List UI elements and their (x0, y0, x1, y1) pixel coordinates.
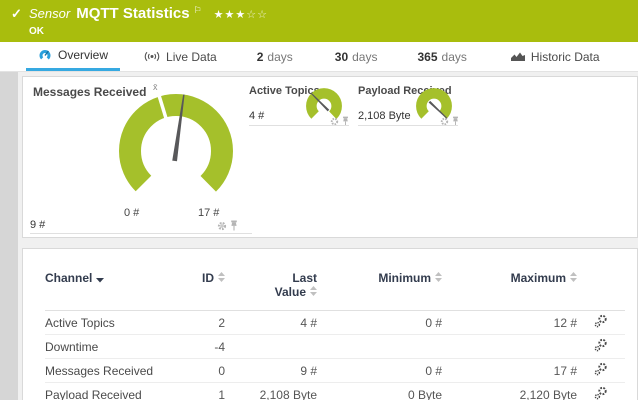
pin-icon[interactable] (230, 220, 238, 231)
messages-received-value: 9 # (30, 219, 45, 231)
tab-bar: Overview Live Data 2days 30days 365days … (0, 42, 638, 72)
sort-icon (435, 272, 442, 286)
channel-minimum: 0 Byte (317, 383, 442, 400)
left-gutter (0, 72, 18, 400)
gauges-panel: Messages Received x̄ 0 # 17 # 9 # Active… (22, 76, 638, 238)
channel-minimum: 0 # (317, 359, 442, 383)
channel-last-value: 4 # (225, 311, 317, 335)
star-rating[interactable]: ★★★☆☆ (214, 8, 268, 21)
average-marker-label: x̄ (153, 82, 158, 92)
channel-last-value (225, 335, 317, 359)
channel-minimum: 0 # (317, 311, 442, 335)
channel-settings-icon[interactable] (594, 338, 608, 352)
gauge-icon (38, 49, 52, 61)
channel-id: -4 (185, 335, 225, 359)
sensor-header: ✓ Sensor MQTT Statistics ⚐ ★★★☆☆ OK (0, 0, 638, 42)
cell-divider (30, 233, 252, 234)
channel-table-panel: Channel ID LastValue Minimum Maximum Act… (22, 248, 638, 400)
cell-divider (358, 125, 458, 126)
stars-empty[interactable]: ☆☆ (246, 9, 268, 21)
gear-icon[interactable] (217, 221, 227, 231)
channel-maximum: 2,120 Byte (442, 383, 577, 400)
payload-received-value: 2,108 Byte (358, 110, 411, 122)
tab-2-days-label: days (267, 50, 292, 64)
broadcast-icon (144, 51, 160, 62)
tab-365-days-label: days (442, 50, 467, 64)
caret-down-icon (96, 272, 104, 286)
tab-30-days-number: 30 (335, 50, 348, 64)
channel-last-value: 9 # (225, 359, 317, 383)
tab-overview[interactable]: Overview (26, 42, 120, 71)
object-type-label: Sensor (29, 6, 70, 21)
tab-365-days-number: 365 (417, 50, 437, 64)
column-header-minimum[interactable]: Minimum (317, 263, 442, 311)
tab-log[interactable]: Log (634, 42, 638, 71)
channel-minimum (317, 335, 442, 359)
tab-historic-data-label: Historic Data (531, 50, 600, 64)
channel-id: 1 (185, 383, 225, 400)
channel-settings-icon[interactable] (594, 362, 608, 376)
channel-settings-icon[interactable] (594, 386, 608, 400)
gauge-max-label: 17 # (198, 207, 219, 219)
channel-maximum: 17 # (442, 359, 577, 383)
tab-live-data[interactable]: Live Data (132, 42, 229, 71)
channel-name[interactable]: Downtime (45, 335, 185, 359)
active-topics-value: 4 # (249, 110, 264, 122)
channel-name[interactable]: Active Topics (45, 311, 185, 335)
column-header-id[interactable]: ID (185, 263, 225, 311)
table-row: Payload Received 1 2,108 Byte 0 Byte 2,1… (45, 383, 625, 400)
tab-365-days[interactable]: 365 days (405, 42, 478, 71)
status-badge: OK (29, 26, 44, 37)
channel-maximum: 12 # (442, 311, 577, 335)
channel-maximum (442, 335, 577, 359)
gauge-widget-actions (217, 220, 238, 231)
channel-id: 0 (185, 359, 225, 383)
stars-filled[interactable]: ★★★ (214, 9, 247, 21)
sort-icon (570, 272, 577, 286)
column-header-last-value[interactable]: LastValue (225, 263, 317, 311)
tab-live-data-label: Live Data (166, 50, 217, 64)
column-header-maximum[interactable]: Maximum (442, 263, 577, 311)
gauge-min-label: 0 # (124, 207, 139, 219)
table-row: Messages Received 0 9 # 0 # 17 # (45, 359, 625, 383)
channel-settings-icon[interactable] (594, 314, 608, 328)
tab-2-days-number: 2 (257, 50, 264, 64)
channel-table: Channel ID LastValue Minimum Maximum Act… (45, 263, 625, 400)
cell-divider (249, 125, 349, 126)
tab-overview-label: Overview (58, 48, 108, 62)
tab-30-days-label: days (352, 50, 377, 64)
channel-name[interactable]: Payload Received (45, 383, 185, 400)
sort-icon (310, 286, 317, 300)
tab-2-days[interactable]: 2days (245, 42, 305, 71)
channel-last-value: 2,108 Byte (225, 383, 317, 400)
table-row: Active Topics 2 4 # 0 # 12 # (45, 311, 625, 335)
messages-received-gauge (116, 90, 236, 212)
tab-30-days[interactable]: 30 days (323, 42, 390, 71)
table-row: Downtime -4 (45, 335, 625, 359)
channel-name[interactable]: Messages Received (45, 359, 185, 383)
sort-icon (218, 272, 225, 286)
column-header-actions (577, 263, 625, 311)
priority-flag-icon[interactable]: ⚐ (194, 5, 202, 16)
histogram-icon (511, 51, 525, 62)
status-ok-check-icon: ✓ (11, 6, 22, 22)
tab-historic-data[interactable]: Historic Data (499, 42, 612, 71)
column-header-channel[interactable]: Channel (45, 263, 185, 311)
page-title: MQTT Statistics (76, 5, 189, 22)
channel-id: 2 (185, 311, 225, 335)
